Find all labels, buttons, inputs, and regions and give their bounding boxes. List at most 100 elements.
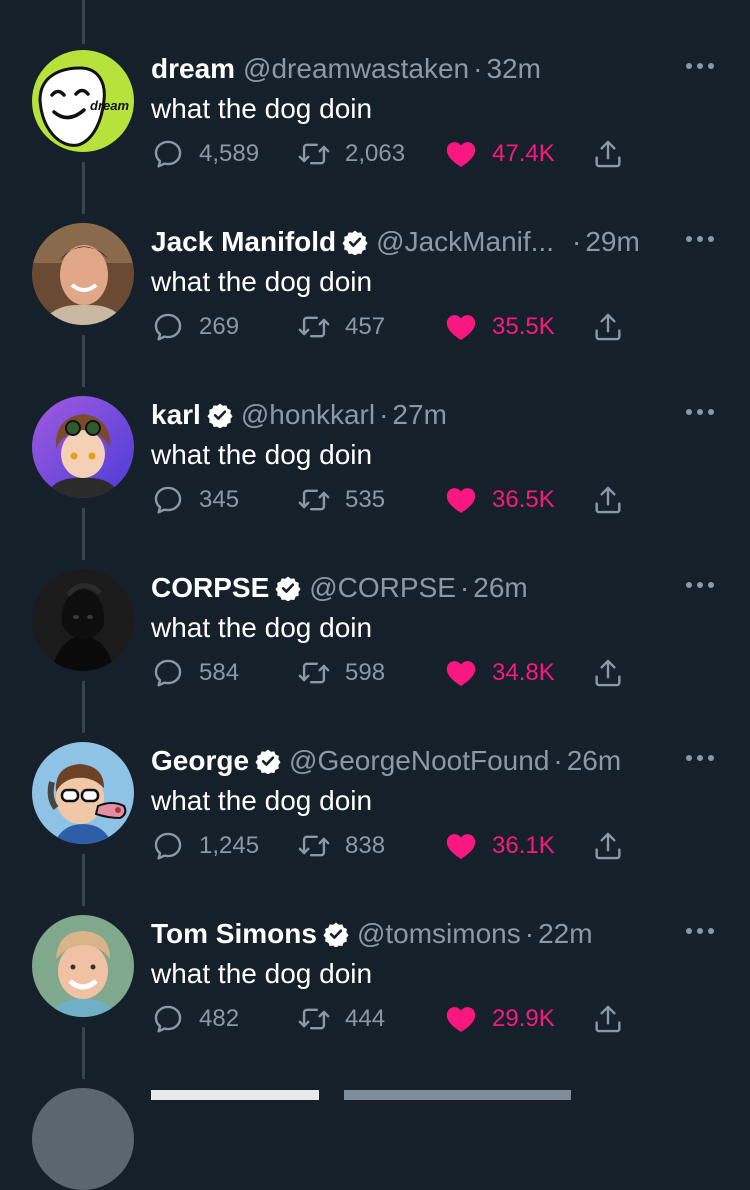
tweet[interactable]: Jack Manifold @JackManif... · 29m what t… (0, 223, 750, 396)
like-button[interactable]: 36.1K (444, 828, 555, 864)
reply-button[interactable]: 1,245 (151, 828, 259, 864)
avatar[interactable] (32, 742, 134, 844)
retweet-button[interactable]: 838 (297, 828, 385, 864)
tweet[interactable]: Tom Simons @tomsimons · 22m what the dog… (0, 915, 750, 1088)
reply-icon (154, 659, 182, 687)
tweet-header: CORPSE @CORPSE · 26m (151, 569, 528, 607)
verified-badge-icon (255, 749, 281, 774)
handle[interactable]: @GeorgeNootFound (289, 742, 549, 780)
display-name[interactable]: Tom Simons (151, 915, 317, 953)
like-button[interactable]: 47.4K (444, 136, 555, 172)
tweet[interactable]: dream dream @dreamwastaken · 32m what th… (0, 50, 750, 223)
retweet-button[interactable]: 535 (297, 482, 385, 518)
tweet-header: dream @dreamwastaken · 32m (151, 50, 541, 88)
handle[interactable]: @tomsimons (357, 915, 521, 953)
retweet-icon (298, 489, 330, 511)
like-button[interactable]: 36.5K (444, 482, 555, 518)
avatar[interactable] (32, 915, 134, 1017)
thread-line (82, 0, 85, 44)
tweet[interactable]: George @GeorgeNootFound · 26m what the d… (0, 742, 750, 915)
reply-button[interactable]: 4,589 (151, 136, 259, 172)
reply-button[interactable]: 345 (151, 482, 239, 518)
next-tweet-header-partial (151, 1090, 571, 1100)
share-icon (595, 1005, 621, 1033)
tweet-text: what the dog doin (151, 266, 373, 297)
like-count: 36.1K (492, 832, 555, 859)
timestamp[interactable]: 29m (585, 223, 639, 261)
timestamp[interactable]: 26m (567, 742, 621, 780)
tweet-actions: 4,589 2,063 47.4K (151, 136, 631, 172)
share-button[interactable] (591, 1001, 625, 1037)
avatar[interactable] (32, 569, 134, 671)
avatar[interactable]: dream (32, 50, 134, 152)
timestamp[interactable]: 22m (538, 915, 592, 953)
reply-button[interactable]: 482 (151, 1001, 239, 1037)
tweet[interactable]: karl @honkkarl · 27m what the dog doin 3… (0, 396, 750, 569)
share-button[interactable] (591, 482, 625, 518)
reply-count: 345 (199, 486, 240, 513)
tweet-actions: 482 444 29.9K (151, 1001, 631, 1037)
more-options-icon[interactable] (684, 573, 716, 597)
handle[interactable]: @honkkarl (241, 396, 375, 434)
like-count: 47.4K (492, 140, 555, 167)
retweet-count: 2,063 (345, 140, 406, 167)
avatar[interactable] (32, 396, 134, 498)
retweet-button[interactable]: 444 (297, 1001, 385, 1037)
tweet-actions: 584 598 34.8K (151, 655, 631, 691)
separator-dot: · (553, 745, 563, 776)
handle[interactable]: @CORPSE (309, 569, 456, 607)
retweet-button[interactable]: 598 (297, 655, 385, 691)
share-button[interactable] (591, 309, 625, 345)
display-name[interactable]: CORPSE (151, 569, 269, 607)
like-count: 36.5K (492, 486, 555, 513)
timestamp[interactable]: 26m (473, 569, 527, 607)
reply-button[interactable]: 584 (151, 655, 239, 691)
tweet-header: karl @honkkarl · 27m (151, 396, 447, 434)
tweet[interactable]: CORPSE @CORPSE · 26m what the dog doin 5… (0, 569, 750, 742)
verified-badge-icon (323, 922, 349, 947)
like-heart-icon (446, 1007, 476, 1033)
reply-button[interactable]: 269 (151, 309, 239, 345)
reply-count: 4,589 (199, 140, 260, 167)
separator-dot: · (571, 226, 582, 257)
share-icon (595, 140, 621, 168)
display-name[interactable]: George (151, 742, 249, 780)
more-options-icon[interactable] (684, 919, 716, 943)
handle[interactable]: @dreamwastaken (243, 50, 469, 88)
timestamp[interactable]: 32m (486, 50, 540, 88)
share-button[interactable] (591, 136, 625, 172)
share-button[interactable] (591, 828, 625, 864)
retweet-icon (298, 835, 330, 857)
separator-dot: · (473, 53, 483, 84)
more-options-icon[interactable] (684, 227, 716, 251)
retweet-count: 598 (345, 659, 386, 686)
like-button[interactable]: 29.9K (444, 1001, 555, 1037)
separator-dot: · (524, 918, 535, 949)
display-name[interactable]: Jack Manifold (151, 223, 336, 261)
like-count: 35.5K (492, 313, 555, 340)
share-button[interactable] (591, 655, 625, 691)
separator-dot: · (379, 399, 389, 430)
avatar[interactable] (32, 223, 134, 325)
like-heart-icon (446, 488, 476, 514)
tweet-actions: 345 535 36.5K (151, 482, 631, 518)
retweet-button[interactable]: 2,063 (297, 136, 405, 172)
timestamp[interactable]: 27m (392, 396, 446, 434)
more-options-icon[interactable] (684, 54, 716, 78)
retweet-button[interactable]: 457 (297, 309, 385, 345)
display-name[interactable]: karl (151, 396, 201, 434)
retweet-icon (298, 1008, 330, 1030)
like-button[interactable]: 35.5K (444, 309, 555, 345)
more-options-icon[interactable] (684, 400, 716, 424)
more-options-icon[interactable] (684, 746, 716, 770)
reply-icon (154, 832, 182, 860)
tweet-text: what the dog doin (151, 958, 373, 989)
like-button[interactable]: 34.8K (444, 655, 555, 691)
display-name[interactable]: dream (151, 50, 235, 88)
svg-text:dream: dream (90, 98, 129, 113)
handle[interactable]: @JackManif... (376, 223, 554, 261)
retweet-count: 444 (345, 1005, 386, 1032)
verified-badge-icon (342, 230, 368, 255)
retweet-count: 838 (345, 832, 386, 859)
next-tweet-avatar-partial (32, 1088, 134, 1190)
